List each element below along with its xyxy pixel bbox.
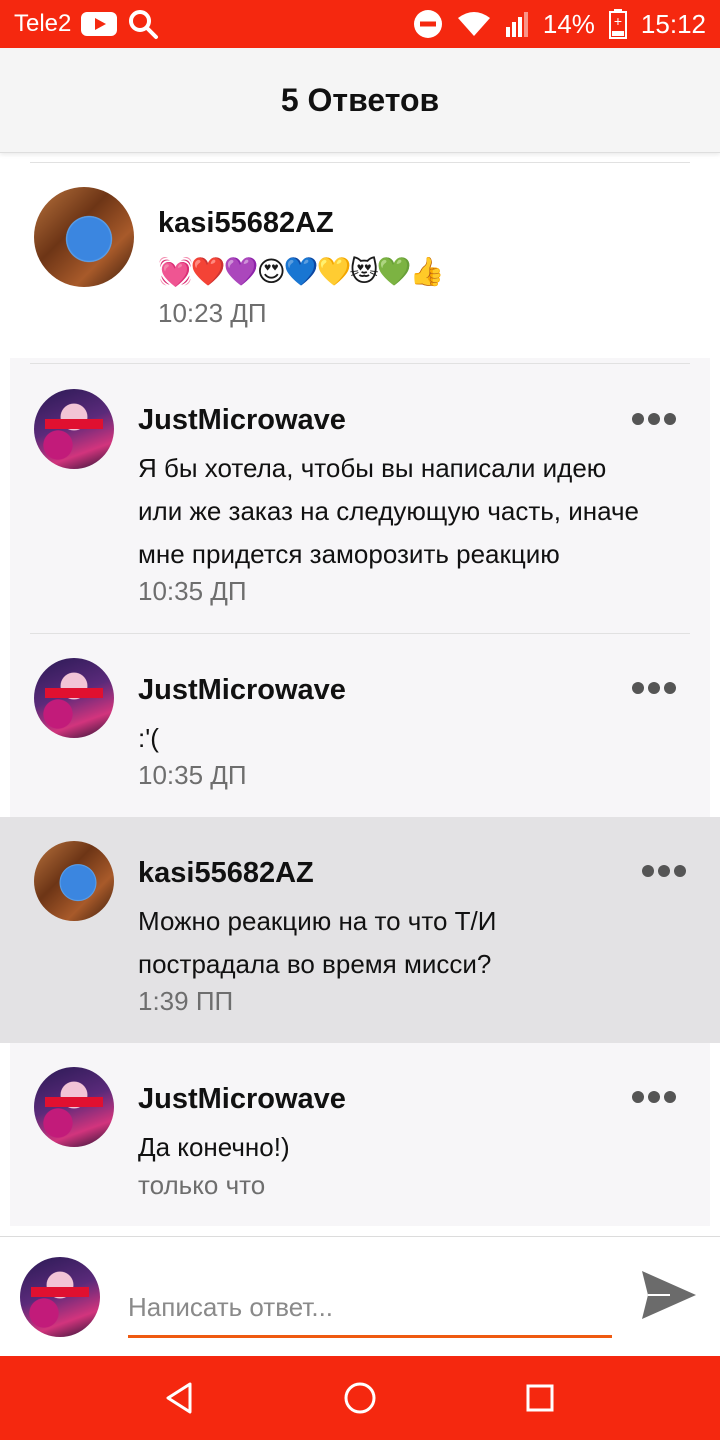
reply-text-line: пострадала во время мисси?	[138, 949, 492, 979]
dnd-icon	[413, 10, 442, 38]
battery-icon: +	[608, 9, 627, 39]
avatar[interactable]	[34, 658, 114, 738]
reply-text: Я бы хотела, чтобы вы написали идею или …	[138, 447, 639, 576]
more-icon[interactable]	[632, 413, 676, 425]
reply-username[interactable]: kasi55682AZ	[138, 857, 314, 890]
reply-username[interactable]: JustMicrowave	[138, 674, 346, 707]
back-icon[interactable]	[160, 1378, 200, 1418]
more-icon[interactable]	[632, 682, 676, 694]
reply-text: Да конечно!)	[138, 1126, 290, 1169]
avatar[interactable]	[34, 1067, 114, 1147]
youtube-icon	[81, 12, 118, 36]
avatar[interactable]	[34, 841, 114, 921]
status-bar: Tele2 14% + 15:12	[0, 0, 720, 48]
header: 5 Ответов	[0, 48, 720, 153]
send-icon[interactable]	[640, 1269, 698, 1321]
navigation-bar	[0, 1356, 720, 1440]
comments-thread[interactable]: kasi55682AZ 💓❤️💜😍💙💛😻💚👍 10:23 ДП JustMicr…	[0, 153, 720, 1226]
comment-time: 10:23 ДП	[158, 298, 267, 328]
reply-time: 10:35 ДП	[138, 576, 247, 606]
clock: 15:12	[640, 8, 706, 39]
comment-username[interactable]: kasi55682AZ	[158, 207, 334, 240]
home-icon[interactable]	[340, 1378, 380, 1418]
reply-composer	[0, 1236, 720, 1357]
wifi-icon	[457, 12, 490, 36]
reply-input[interactable]	[128, 1279, 612, 1338]
avatar[interactable]	[34, 389, 114, 469]
reply-time: только что	[138, 1170, 266, 1200]
avatar	[20, 1257, 100, 1337]
reply-item[interactable]: kasi55682AZ Можно реакцию на то что Т/И …	[0, 817, 720, 1043]
carrier-label: Tele2	[14, 10, 72, 37]
reply-username[interactable]: JustMicrowave	[138, 404, 346, 437]
replies-list: JustMicrowave Я бы хотела, чтобы вы напи…	[0, 358, 720, 1226]
reply-text-line: :'(	[138, 723, 159, 753]
search-icon	[129, 10, 159, 39]
page-title: 5 Ответов	[280, 81, 440, 118]
recents-icon[interactable]	[520, 1378, 560, 1418]
reply-text-line: Да конечно!)	[138, 1132, 290, 1162]
reply-item[interactable]: JustMicrowave :'( 10:35 ДП	[10, 634, 710, 817]
reply-item[interactable]: JustMicrowave Да конечно!) только что	[10, 1043, 710, 1226]
signal-icon	[505, 12, 528, 37]
avatar[interactable]	[34, 187, 134, 287]
comment-text: 💓❤️💜😍💙💛😻💚👍	[158, 256, 444, 287]
reply-text-line: или же заказ на следующую часть, иначе	[138, 496, 640, 526]
reply-text-line: мне придется заморозить реакцию	[138, 539, 560, 569]
reply-item[interactable]: JustMicrowave Я бы хотела, чтобы вы напи…	[10, 364, 710, 633]
reply-time: 1:39 ПП	[138, 986, 234, 1016]
reply-time: 10:35 ДП	[138, 760, 247, 790]
reply-text: :'(	[138, 717, 159, 760]
more-icon[interactable]	[642, 865, 686, 877]
svg-text:+: +	[614, 13, 622, 29]
more-icon[interactable]	[632, 1091, 676, 1103]
reply-text: Можно реакцию на то что Т/И пострадала в…	[138, 900, 496, 986]
battery-percent: 14%	[542, 8, 595, 39]
reply-text-line: Можно реакцию на то что Т/И	[138, 906, 497, 936]
parent-comment[interactable]: kasi55682AZ 💓❤️💜😍💙💛😻💚👍 10:23 ДП	[0, 163, 720, 358]
reply-text-line: Я бы хотела, чтобы вы написали идею	[138, 453, 607, 483]
reply-username[interactable]: JustMicrowave	[138, 1083, 346, 1116]
